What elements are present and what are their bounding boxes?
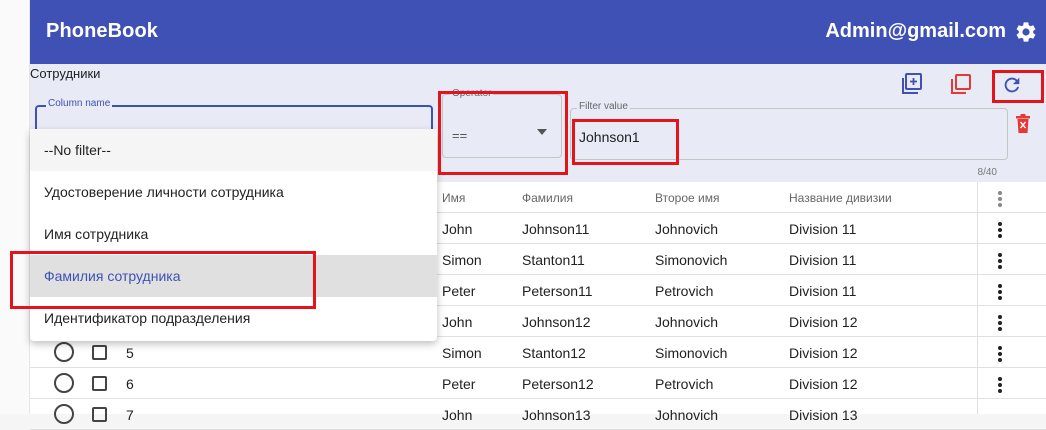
row-checkbox[interactable] [92, 407, 107, 422]
row-menu-icon[interactable] [996, 346, 1004, 362]
row-menu-icon[interactable] [996, 253, 1004, 269]
column-name-label: Column name [46, 98, 113, 109]
delete-filter-icon[interactable] [1015, 114, 1031, 134]
row-menu-icon[interactable] [996, 222, 1004, 238]
row-checkbox[interactable] [92, 376, 107, 391]
table-row[interactable]: 7 John Johnson13 Johnovich Division 13 [30, 399, 1046, 430]
refresh-icon [1004, 77, 1020, 93]
cell-first-name: John [442, 314, 473, 330]
row-menu-icon[interactable] [996, 284, 1004, 300]
table-row[interactable]: 5 Simon Stanton12 Simonovich Division 12 [30, 337, 1046, 368]
header-last-name[interactable]: Фамилия [522, 191, 573, 205]
user-email[interactable]: Admin@gmail.com [825, 20, 1006, 43]
filter-value-label: Filter value [577, 101, 630, 112]
row-menu-icon[interactable] [996, 377, 1004, 393]
cell-last-name: Stanton11 [522, 252, 585, 268]
option-last-name[interactable]: Фамилия сотрудника [30, 255, 437, 297]
cell-last-name: Johnson13 [522, 407, 591, 423]
cell-first-name: Peter [442, 283, 476, 299]
operator-select[interactable]: Operator == [442, 88, 562, 158]
header-middle-name[interactable]: Второе имя [655, 191, 719, 205]
table-row[interactable]: 6 Peter Peterson12 Petrovich Division 12 [30, 368, 1046, 399]
option-employee-id[interactable]: Удостоверение личности сотрудника [30, 171, 437, 213]
cell-last-name: Stanton12 [522, 345, 586, 361]
refresh-button[interactable] [998, 71, 1026, 99]
cell-last-name: Johnson11 [522, 221, 590, 237]
row-checkbox[interactable] [92, 345, 107, 360]
cell-first-name: John [442, 221, 473, 237]
gear-icon[interactable] [1014, 20, 1038, 44]
add-record-button[interactable] [898, 70, 926, 98]
option-no-filter[interactable]: --No filter-- [30, 129, 437, 171]
cell-middle-name: Johnovich [655, 314, 719, 330]
copy-button[interactable] [947, 70, 975, 98]
cell-division: Division 13 [789, 407, 858, 423]
library-add-icon [902, 73, 922, 94]
caret-down-icon [537, 129, 547, 135]
cell-division: Division 12 [789, 376, 858, 392]
app-toolbar: PhoneBook Admin@gmail.com [30, 0, 1046, 64]
cell-first-name: John [442, 407, 473, 423]
cell-first-name: Simon [442, 345, 482, 361]
cell-division: Division 12 [789, 314, 858, 330]
cell-last-name: Peterson12 [522, 376, 594, 392]
cell-first-name: Peter [442, 376, 476, 392]
app: PhoneBook Admin@gmail.com Сотрудники Col… [10, 0, 1046, 430]
cell-middle-name: Simonovich [655, 345, 728, 361]
column-name-dropdown: --No filter-- Удостоверение личности сот… [30, 129, 437, 341]
filter-value-text[interactable]: Johnson1 [579, 129, 640, 145]
cell-middle-name: Petrovich [655, 283, 714, 299]
option-division-id[interactable]: Идентификатор подразделения [30, 297, 437, 339]
row-radio[interactable] [54, 342, 74, 362]
cell-id: 6 [126, 376, 134, 392]
cell-id: 7 [126, 407, 134, 423]
filter-value-field[interactable]: Filter value Johnson1 8/40 [570, 101, 1008, 178]
cell-middle-name: Petrovich [655, 376, 714, 392]
columns-menu-icon[interactable] [996, 191, 1004, 207]
operator-label: Operator [450, 88, 494, 99]
option-first-name[interactable]: Имя сотрудника [30, 213, 437, 255]
copy-icon [951, 74, 971, 94]
cell-division: Division 11 [789, 221, 857, 237]
header-division[interactable]: Название дивизии [789, 191, 892, 205]
cell-division: Division 11 [789, 252, 857, 268]
row-menu-icon[interactable] [996, 315, 1004, 331]
row-radio[interactable] [54, 404, 74, 424]
cell-last-name: Peterson11 [522, 283, 593, 299]
char-counter: 8/40 [977, 167, 997, 178]
cell-last-name: Johnson12 [522, 314, 591, 330]
cell-id: 5 [126, 345, 134, 361]
cell-middle-name: Johnovich [655, 407, 719, 423]
cell-division: Division 12 [789, 345, 858, 361]
cell-first-name: Simon [442, 252, 482, 268]
header-first-name[interactable]: Имя [442, 191, 465, 205]
cell-middle-name: Johnovich [655, 221, 719, 237]
cell-division: Division 11 [789, 283, 857, 299]
brand-title: PhoneBook [46, 20, 159, 42]
panel-caption: Сотрудники [30, 66, 101, 81]
cell-middle-name: Simonovich [655, 252, 728, 268]
operator-value: == [452, 128, 468, 143]
row-radio[interactable] [54, 373, 74, 393]
left-strip [0, 0, 30, 414]
